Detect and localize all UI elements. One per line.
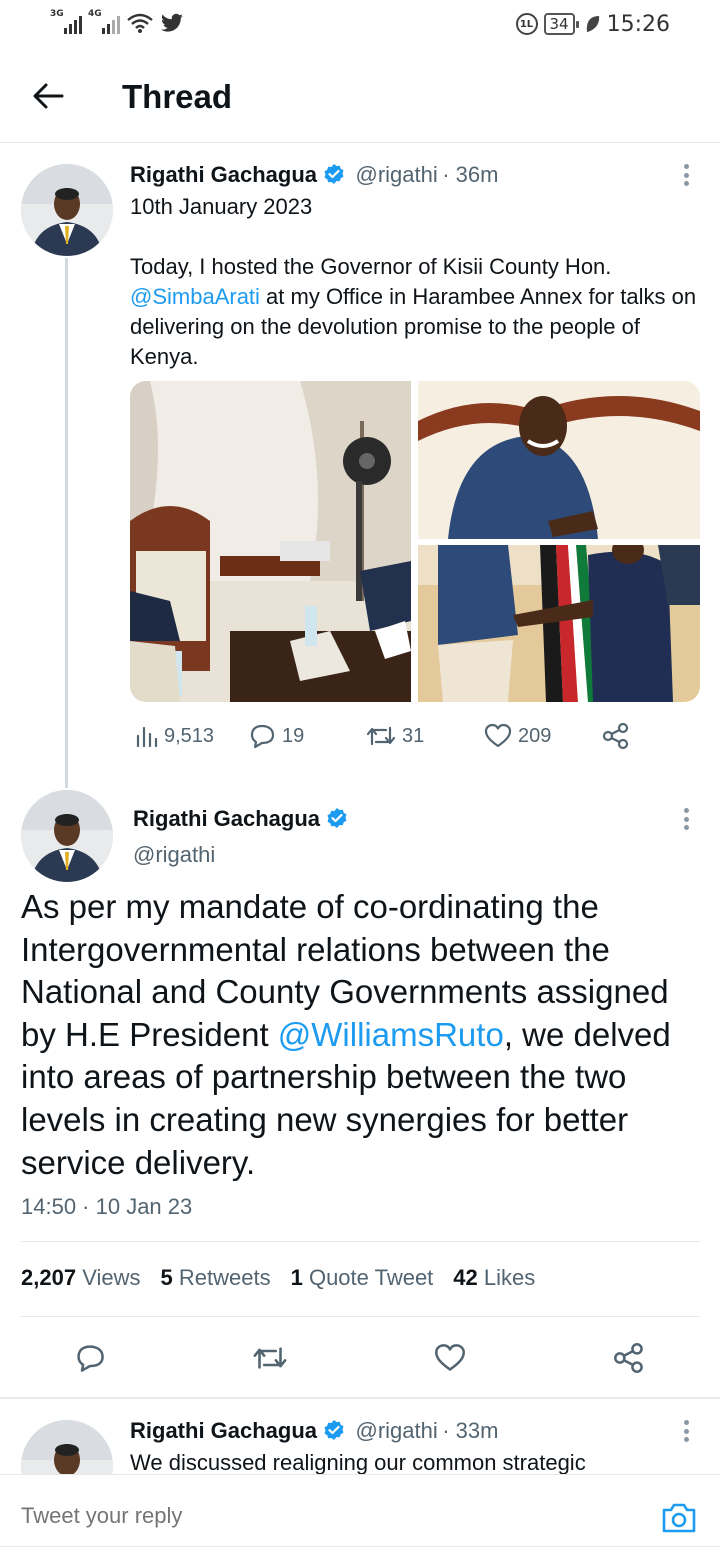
page-title: Thread xyxy=(122,78,233,115)
arrow-left-icon xyxy=(33,83,64,109)
views-button[interactable]: 9,513 xyxy=(134,718,214,754)
network-type-label: 3G xyxy=(50,9,64,19)
views-label: Views xyxy=(82,1265,141,1290)
retweet-icon xyxy=(366,726,396,746)
tweet-text: Today, I hosted the Governor of Kisii Co… xyxy=(130,252,700,372)
reply-icon xyxy=(250,724,275,749)
tweet-header: Rigathi Gachagua @rigathi · 36m xyxy=(130,162,498,188)
reply-icon xyxy=(77,1345,104,1372)
media-photo-handshake-closeup[interactable] xyxy=(418,381,700,539)
tweet-text: As per my mandate of co-ordinating the I… xyxy=(21,886,701,1184)
heart-icon xyxy=(435,1344,465,1371)
share-icon xyxy=(602,722,629,750)
retweet-button[interactable] xyxy=(248,1336,292,1380)
retweet-button[interactable]: 31 xyxy=(366,718,424,754)
leaf-icon xyxy=(586,16,599,32)
tweet-text: We discussed realigning our common strat… xyxy=(130,1450,586,1475)
status-bar: 3G 4G 1L 34 15:26 xyxy=(0,0,720,48)
tweet-header: Rigathi Gachagua xyxy=(133,806,348,832)
share-button[interactable] xyxy=(607,1336,651,1380)
media-photo-greeting[interactable] xyxy=(418,545,700,702)
author-handle[interactable]: @rigathi xyxy=(356,162,438,187)
tweet-timestamp[interactable]: 14:50 · 10 Jan 23 xyxy=(21,1194,192,1220)
retweet-count: 31 xyxy=(402,724,425,747)
more-options-button[interactable] xyxy=(674,804,698,834)
signal-icon: 4G xyxy=(88,9,120,34)
bottom-divider xyxy=(0,1546,720,1547)
verified-badge-icon xyxy=(324,164,344,184)
media-grid[interactable] xyxy=(130,381,700,702)
mention-link[interactable]: @WilliamsRuto xyxy=(278,1016,504,1053)
retweet-icon xyxy=(253,1347,287,1369)
views-count: 2,207 xyxy=(21,1265,77,1290)
clock: 15:26 xyxy=(606,11,670,37)
network-type-label: 4G xyxy=(88,9,102,19)
likes-count: 42 xyxy=(453,1265,478,1290)
status-left: 3G 4G xyxy=(50,9,184,34)
media-photo-meeting-room[interactable] xyxy=(130,381,411,702)
thread-connector-line xyxy=(65,258,68,788)
avatar[interactable] xyxy=(21,790,113,882)
tweet-date-line: 10th January 2023 xyxy=(130,194,313,219)
reply-button[interactable] xyxy=(68,1336,112,1380)
views-stat[interactable]: 2,207 Views xyxy=(21,1265,140,1291)
retweets-stat[interactable]: 5 Retweets xyxy=(160,1265,270,1291)
author-name[interactable]: Rigathi Gachagua xyxy=(133,806,320,831)
tweet-stats: 2,207 Views 5 Retweets 1 Quote Tweet 42 … xyxy=(21,1265,535,1291)
more-options-button[interactable] xyxy=(674,1416,698,1446)
mention-link[interactable]: @SimbaArati xyxy=(130,284,260,309)
share-icon xyxy=(614,1343,643,1373)
avatar-image xyxy=(21,164,113,256)
divider xyxy=(0,1397,720,1399)
views-count: 9,513 xyxy=(164,724,215,747)
author-name[interactable]: Rigathi Gachagua xyxy=(130,162,317,187)
status-right: 1L 34 15:26 xyxy=(515,10,670,38)
camera-button[interactable] xyxy=(660,1501,698,1535)
quote-tweets-count: 1 xyxy=(290,1265,303,1290)
verified-badge-icon xyxy=(327,808,347,828)
share-button[interactable] xyxy=(602,718,630,754)
avatar-image xyxy=(21,790,113,882)
reply-button[interactable]: 19 xyxy=(248,718,304,754)
verified-badge-icon xyxy=(324,1420,344,1440)
retweets-label: Retweets xyxy=(178,1265,271,1290)
avatar[interactable] xyxy=(21,164,113,256)
views-icon xyxy=(136,726,158,748)
reply-input[interactable] xyxy=(21,1503,581,1529)
tweet-header: Rigathi Gachagua @rigathi · 33m xyxy=(130,1418,498,1444)
back-button[interactable] xyxy=(28,76,68,116)
wifi-icon xyxy=(127,13,153,33)
battery-level: 34 xyxy=(549,15,569,33)
divider xyxy=(21,1316,700,1317)
like-button[interactable] xyxy=(428,1336,472,1380)
signal-icon: 3G xyxy=(50,9,82,34)
likes-stat[interactable]: 42 Likes xyxy=(453,1265,535,1291)
tweet-actions: 9,513 19 31 209 xyxy=(130,718,700,754)
tweet-time: · 36m xyxy=(442,162,499,187)
more-options-button[interactable] xyxy=(674,160,698,190)
divider xyxy=(21,1241,700,1242)
reply-count: 19 xyxy=(282,724,305,747)
camera-icon xyxy=(662,1503,696,1533)
twitter-bird-icon xyxy=(161,13,183,32)
reply-composer xyxy=(0,1474,720,1560)
author-handle[interactable]: @rigathi xyxy=(133,842,215,868)
author-handle[interactable]: @rigathi xyxy=(356,1418,438,1443)
likes-label: Likes xyxy=(483,1265,536,1290)
retweets-count: 5 xyxy=(160,1265,173,1290)
tweet-text-part: Today, I hosted the Governor of Kisii Co… xyxy=(130,254,612,279)
like-button[interactable]: 209 xyxy=(484,718,551,754)
quote-tweets-stat[interactable]: 1 Quote Tweet xyxy=(291,1265,434,1291)
author-name[interactable]: Rigathi Gachagua xyxy=(130,1418,317,1443)
app-header: Thread xyxy=(0,48,720,143)
battery-icon: 34 xyxy=(543,13,579,35)
quote-tweets-label: Quote Tweet xyxy=(308,1265,434,1290)
like-count: 209 xyxy=(518,724,552,747)
heart-icon xyxy=(484,723,512,748)
data-saver-icon: 1L xyxy=(515,13,538,35)
tweet-time: · 33m xyxy=(442,1418,499,1443)
focused-tweet-actions xyxy=(0,1336,720,1380)
